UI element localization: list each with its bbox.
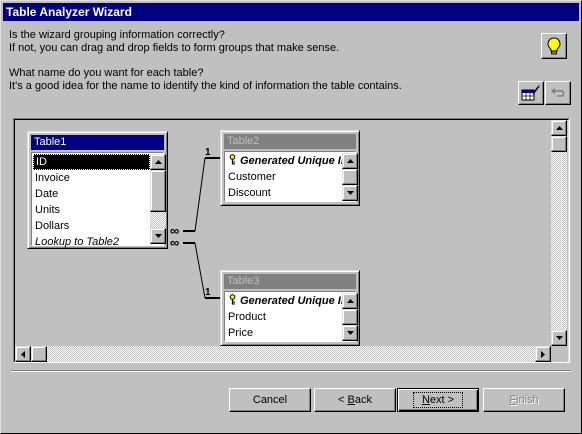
undo-button[interactable]: [545, 81, 571, 105]
canvas-area: 1 1 ∞ ∞ Table1 ID Invoice Date Units Dol…: [14, 119, 569, 362]
table1-window[interactable]: Table1 ID Invoice Date Units Dollars Loo…: [27, 131, 168, 249]
table3-scroll-up-button[interactable]: [342, 293, 358, 309]
table2-title[interactable]: Table2: [224, 134, 356, 149]
table3-field-list: Generated Unique ID Product Price: [226, 293, 342, 341]
one-label-table2: 1: [205, 147, 211, 158]
instruction-line-1: Is the wizard grouping information corre…: [9, 29, 225, 41]
canvas-vertical-thumb[interactable]: [551, 136, 567, 152]
primary-key-icon: [229, 294, 236, 305]
many-symbol-table3: ∞: [170, 235, 180, 250]
canvas-vertical-scrollbar[interactable]: [551, 120, 567, 346]
table2-scroll-thumb[interactable]: [342, 169, 358, 185]
arrow-up-icon: [346, 159, 354, 163]
table3-window[interactable]: Table3 Generated Unique ID Product Price: [220, 270, 360, 346]
one-label-table3: 1: [205, 287, 211, 298]
canvas-scroll-left-button[interactable]: [15, 346, 31, 362]
table2-scroll-down-button[interactable]: [342, 185, 358, 201]
field-date[interactable]: Date: [33, 186, 150, 202]
arrow-up-icon: [555, 126, 563, 130]
back-label-rest: ack: [354, 394, 372, 406]
canvas-horizontal-thumb[interactable]: [31, 346, 47, 362]
separator: [11, 370, 571, 372]
relationship-line-table2: [183, 157, 220, 232]
finish-label-rest: inish: [516, 394, 539, 406]
next-label: Next >: [412, 392, 464, 408]
next-label-rest: ext >: [429, 394, 455, 406]
instruction-line-3: What name do you want for each table?: [9, 67, 204, 79]
field-id[interactable]: ID: [33, 154, 150, 170]
arrow-up-icon: [154, 160, 162, 164]
finish-button[interactable]: Finish: [483, 388, 565, 412]
table1-scrollbar[interactable]: [150, 154, 166, 244]
table3-scroll-down-button[interactable]: [342, 325, 358, 341]
window-title: Table Analyzer Wizard: [3, 3, 579, 21]
field-generated-unique-id[interactable]: Generated Unique ID: [226, 153, 342, 169]
table1-scroll-thumb[interactable]: [150, 170, 166, 212]
field-units[interactable]: Units: [33, 202, 150, 218]
field-invoice[interactable]: Invoice: [33, 170, 150, 186]
table2-scroll-up-button[interactable]: [342, 153, 358, 169]
table1-title[interactable]: Table1: [31, 135, 164, 150]
table3-field-list-frame: Generated Unique ID Product Price: [224, 291, 358, 342]
table1-scroll-down-button[interactable]: [150, 228, 166, 244]
back-label-hotkey: B: [347, 394, 355, 406]
canvas-scroll-down-button[interactable]: [551, 330, 567, 346]
arrow-up-icon: [346, 299, 354, 303]
field-product[interactable]: Product: [226, 309, 342, 325]
key-field-label: Generated Unique ID: [240, 295, 342, 307]
arrow-down-icon: [346, 331, 354, 335]
cancel-label: Cancel: [252, 394, 288, 406]
arrow-right-icon: [541, 350, 545, 358]
field-price[interactable]: Price: [226, 325, 342, 341]
table3-title[interactable]: Table3: [224, 274, 356, 289]
field-discount[interactable]: Discount: [226, 185, 342, 201]
field-lookup-to-table2[interactable]: Lookup to Table2: [33, 234, 150, 250]
cancel-button[interactable]: Cancel: [229, 388, 311, 412]
back-label-prefix: <: [338, 394, 348, 406]
table2-field-list: Generated Unique ID Customer Discount: [226, 153, 342, 201]
table1-field-list-frame: ID Invoice Date Units Dollars Lookup to …: [31, 152, 166, 248]
table3-scrollbar[interactable]: [342, 293, 358, 341]
back-button[interactable]: < Back: [314, 388, 396, 412]
arrow-left-icon: [21, 350, 25, 358]
next-button[interactable]: Next >: [397, 388, 479, 412]
relationship-line-table3: [183, 242, 220, 299]
next-label-hotkey: N: [421, 394, 430, 406]
table1-scroll-up-button[interactable]: [150, 154, 166, 170]
key-field-label: Generated Unique ID: [240, 155, 342, 167]
instruction-line-2: If not, you can drag and drop fields to …: [9, 42, 340, 54]
canvas-horizontal-scrollbar[interactable]: [15, 346, 551, 362]
wizard-window: Table Analyzer Wizard Is the wizard grou…: [0, 0, 582, 434]
arrow-down-icon: [154, 234, 162, 238]
arrow-down-icon: [346, 191, 354, 195]
field-generated-unique-id[interactable]: Generated Unique ID: [226, 293, 342, 309]
field-dollars[interactable]: Dollars: [33, 218, 150, 234]
rename-table-icon: [521, 84, 541, 101]
back-label: < Back: [338, 394, 372, 406]
arrow-down-icon: [555, 336, 563, 340]
table2-scrollbar[interactable]: [342, 153, 358, 201]
instruction-line-4: It's a good idea for the name to identif…: [9, 80, 402, 92]
lightbulb-icon: [547, 37, 561, 55]
table3-scroll-thumb[interactable]: [342, 309, 358, 325]
scrollbar-corner: [551, 346, 567, 362]
table2-field-list-frame: Generated Unique ID Customer Discount: [224, 151, 358, 202]
canvas-scroll-up-button[interactable]: [551, 120, 567, 136]
field-customer[interactable]: Customer: [226, 169, 342, 185]
primary-key-icon: [229, 154, 236, 165]
table1-field-list: ID Invoice Date Units Dollars Lookup to …: [33, 154, 150, 250]
rename-table-button[interactable]: [518, 81, 544, 105]
table2-window[interactable]: Table2 Generated Unique ID Customer Disc…: [220, 130, 360, 206]
table-layout-canvas[interactable]: 1 1 ∞ ∞ Table1 ID Invoice Date Units Dol…: [13, 118, 570, 363]
undo-icon: [551, 88, 565, 97]
tips-button[interactable]: [541, 33, 567, 59]
finish-label: Finish: [509, 394, 538, 406]
canvas-scroll-right-button[interactable]: [535, 346, 551, 362]
